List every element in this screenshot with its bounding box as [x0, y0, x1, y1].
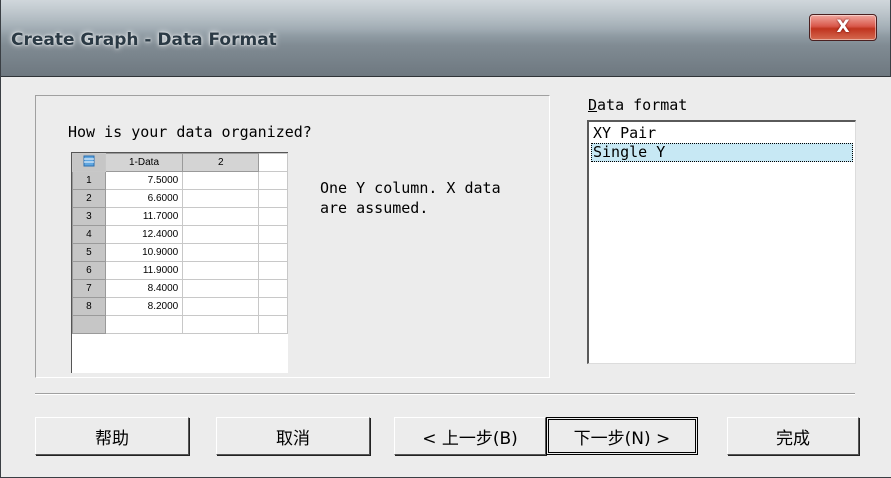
data-cell: 8.2000: [104, 297, 184, 316]
table-row: 7 8.4000: [72, 279, 288, 298]
back-button[interactable]: < 上一步(B): [394, 417, 546, 455]
data-cell: 8.4000: [104, 279, 184, 298]
data-cell: 6.6000: [104, 189, 184, 208]
empty-cell: [258, 243, 288, 262]
empty-cell: [258, 189, 288, 208]
row-number: [72, 315, 106, 334]
data-cell: 11.7000: [104, 207, 184, 226]
row-number: 3: [72, 207, 106, 226]
empty-cell: [258, 315, 288, 334]
row-number: 1: [72, 171, 106, 190]
table-row: 1 7.5000: [72, 171, 288, 190]
empty-cell: [258, 297, 288, 316]
empty-cell: [182, 243, 260, 262]
finish-button[interactable]: 完成: [727, 417, 859, 455]
row-number: 7: [72, 279, 106, 298]
empty-cell: [258, 279, 288, 298]
empty-cell: [182, 297, 260, 316]
table-row: 4 12.4000: [72, 225, 288, 244]
list-item-single-y[interactable]: Single Y: [591, 143, 853, 162]
empty-cell: [258, 153, 288, 172]
cancel-button[interactable]: 取消: [216, 417, 370, 455]
empty-cell: [182, 261, 260, 280]
table-row: 8 8.2000: [72, 297, 288, 316]
row-number: 8: [72, 297, 106, 316]
empty-cell: [182, 207, 260, 226]
worksheet-corner-icon: [72, 153, 106, 172]
column-header: 2: [182, 153, 260, 172]
row-number: 4: [72, 225, 106, 244]
format-description: One Y column. X data are assumed.: [320, 179, 501, 217]
column-header: 1-Data: [104, 153, 184, 172]
row-number: 6: [72, 261, 106, 280]
data-format-label-accel: D: [588, 96, 598, 114]
table-row: 6 11.9000: [72, 261, 288, 280]
table-row: 3 11.7000: [72, 207, 288, 226]
data-format-label-text: ata format: [597, 96, 688, 114]
title-bar[interactable]: Create Graph - Data Format X: [1, 0, 890, 77]
data-cell: 12.4000: [104, 225, 184, 244]
close-icon: X: [836, 17, 850, 37]
empty-cell: [182, 189, 260, 208]
empty-cell: [182, 171, 260, 190]
empty-cell: [258, 261, 288, 280]
help-button[interactable]: 帮助: [35, 417, 189, 455]
row-number: 5: [72, 243, 106, 262]
next-button[interactable]: 下一步(N) >: [546, 417, 698, 455]
empty-cell: [258, 207, 288, 226]
table-row: 5 10.9000: [72, 243, 288, 262]
row-number: 2: [72, 189, 106, 208]
data-cell: 10.9000: [104, 243, 184, 262]
worksheet-header-row: 1-Data 2: [72, 153, 288, 172]
data-format-listbox[interactable]: XY Pair Single Y: [587, 120, 856, 364]
data-cell: 11.9000: [104, 261, 184, 280]
empty-cell: [182, 225, 260, 244]
data-format-label: Data format: [588, 96, 687, 114]
preview-question: How is your data organized?: [68, 123, 312, 141]
empty-cell: [258, 171, 288, 190]
sample-worksheet: 1-Data 2 1 7.5000 2 6.6000 3 11.7000 4 12.40…: [71, 152, 288, 373]
table-row: 2 6.6000: [72, 189, 288, 208]
window-title: Create Graph - Data Format: [11, 30, 277, 50]
sheet-icon: [83, 155, 95, 167]
close-button[interactable]: X: [809, 14, 877, 41]
empty-cell: [258, 225, 288, 244]
empty-cell: [182, 315, 260, 334]
button-separator: [35, 393, 855, 395]
empty-cell: [104, 315, 184, 334]
empty-cell: [182, 279, 260, 298]
list-item-xy-pair[interactable]: XY Pair: [591, 124, 853, 143]
table-row: [72, 315, 288, 334]
data-cell: 7.5000: [104, 171, 184, 190]
